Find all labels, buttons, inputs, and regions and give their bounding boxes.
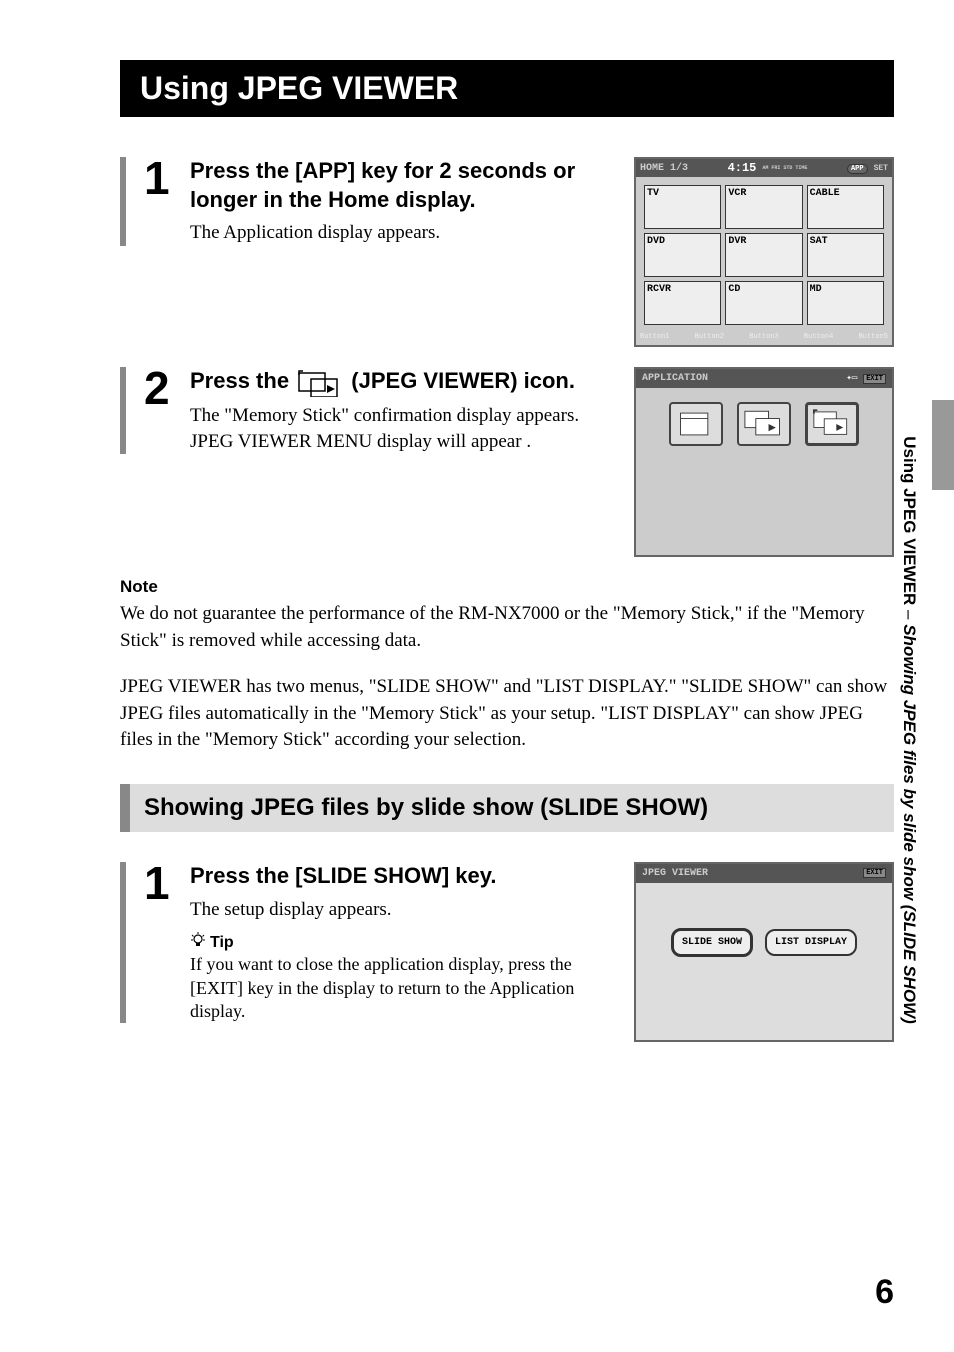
home-icon-cable: CABLE bbox=[807, 185, 884, 229]
footer-btn-1: Button1 bbox=[640, 333, 669, 341]
side-tab-bold: Using JPEG VIEWER bbox=[900, 436, 919, 605]
step-2-body-1: The "Memory Stick" confirmation display … bbox=[190, 403, 604, 429]
list-display-button: LIST DISPLAY bbox=[765, 929, 857, 956]
step-2-body-2: JPEG VIEWER MENU display will appear . bbox=[190, 429, 604, 455]
note-body: We do not guarantee the performance of t… bbox=[120, 601, 894, 654]
home-display-screenshot: HOME 1/3 4:15 AM FRI STD TIME APP SET TV… bbox=[634, 157, 894, 347]
home-icon-sat: SAT bbox=[807, 233, 884, 277]
tip-body: If you want to close the application dis… bbox=[190, 953, 604, 1023]
step-number-2: 2 bbox=[144, 365, 172, 454]
step-2-row: 2 Press the (JPEG VIEWER) icon. The "Mem… bbox=[120, 367, 894, 557]
home-icon-cd: CD bbox=[725, 281, 802, 325]
app-icon-2 bbox=[737, 402, 791, 446]
footer-btn-4: Button4 bbox=[804, 333, 833, 341]
note-block: Note We do not guarantee the performance… bbox=[120, 577, 894, 654]
application-header: APPLICATION bbox=[642, 373, 708, 384]
step-1-body: The Application display appears. bbox=[190, 220, 604, 246]
app-icon-3-selected bbox=[805, 402, 859, 446]
slideshow-step-number-1: 1 bbox=[144, 860, 172, 1023]
jpeg-header: JPEG VIEWER bbox=[642, 868, 708, 879]
home-time-sub: AM FRI STD TIME bbox=[762, 166, 807, 171]
side-tab-ital: Showing JPEG files by slide show (SLIDE … bbox=[900, 624, 919, 1024]
slideshow-step-1-heading: Press the [SLIDE SHOW] key. bbox=[190, 862, 604, 891]
home-time: 4:15 bbox=[728, 161, 757, 175]
app-icon-1 bbox=[669, 402, 723, 446]
tip-heading: Tip bbox=[190, 932, 604, 953]
step-bar bbox=[120, 157, 126, 246]
step-1-heading: Press the [APP] key for 2 seconds or lon… bbox=[190, 157, 604, 214]
step-bar bbox=[120, 862, 126, 1023]
slideshow-step-1-body: The setup display appears. bbox=[190, 897, 604, 923]
footer-btn-2: Button2 bbox=[695, 333, 724, 341]
jpeg-viewer-icon bbox=[297, 367, 343, 397]
page-number: 6 bbox=[875, 1273, 894, 1312]
tip-bulb-icon bbox=[190, 932, 206, 953]
jpeg-viewer-screenshot: JPEG VIEWER EXIT SLIDE SHOW LIST DISPLAY bbox=[634, 862, 894, 1042]
step-bar bbox=[120, 367, 126, 454]
home-icon-dvr: DVR bbox=[725, 233, 802, 277]
step-2-heading: Press the (JPEG VIEWER) icon. bbox=[190, 367, 604, 397]
section-title: Using JPEG VIEWER bbox=[120, 60, 894, 117]
slide-show-button: SLIDE SHOW bbox=[671, 928, 753, 957]
home-icon-tv: TV bbox=[644, 185, 721, 229]
footer-btn-3: Button3 bbox=[749, 333, 778, 341]
home-icon-rcvr: RCVR bbox=[644, 281, 721, 325]
jpeg-exit-key-icon: EXIT bbox=[863, 868, 886, 878]
step-1-row: 1 Press the [APP] key for 2 seconds or l… bbox=[120, 157, 894, 347]
subsection-heading: Showing JPEG files by slide show (SLIDE … bbox=[120, 784, 894, 832]
step-number-1: 1 bbox=[144, 155, 172, 246]
home-icon-dvd: DVD bbox=[644, 233, 721, 277]
set-btn: SET bbox=[874, 164, 888, 173]
application-display-screenshot: APPLICATION ✦▭ EXIT bbox=[634, 367, 894, 557]
home-icon-vcr: VCR bbox=[725, 185, 802, 229]
home-icon-md: MD bbox=[807, 281, 884, 325]
footer-btn-5: Button5 bbox=[859, 333, 888, 341]
app-key-icon: APP bbox=[847, 164, 868, 174]
explanation-paragraph: JPEG VIEWER has two menus, "SLIDE SHOW" … bbox=[120, 674, 894, 754]
exit-key-icon: EXIT bbox=[863, 374, 886, 384]
side-tab: Using JPEG VIEWER – Showing JPEG files b… bbox=[894, 420, 924, 1040]
note-heading: Note bbox=[120, 577, 894, 597]
home-header-left: HOME 1/3 bbox=[640, 163, 688, 174]
page-content: Using JPEG VIEWER 1 Press the [APP] key … bbox=[0, 0, 954, 1352]
slideshow-step-1-row: 1 Press the [SLIDE SHOW] key. The setup … bbox=[120, 862, 894, 1053]
